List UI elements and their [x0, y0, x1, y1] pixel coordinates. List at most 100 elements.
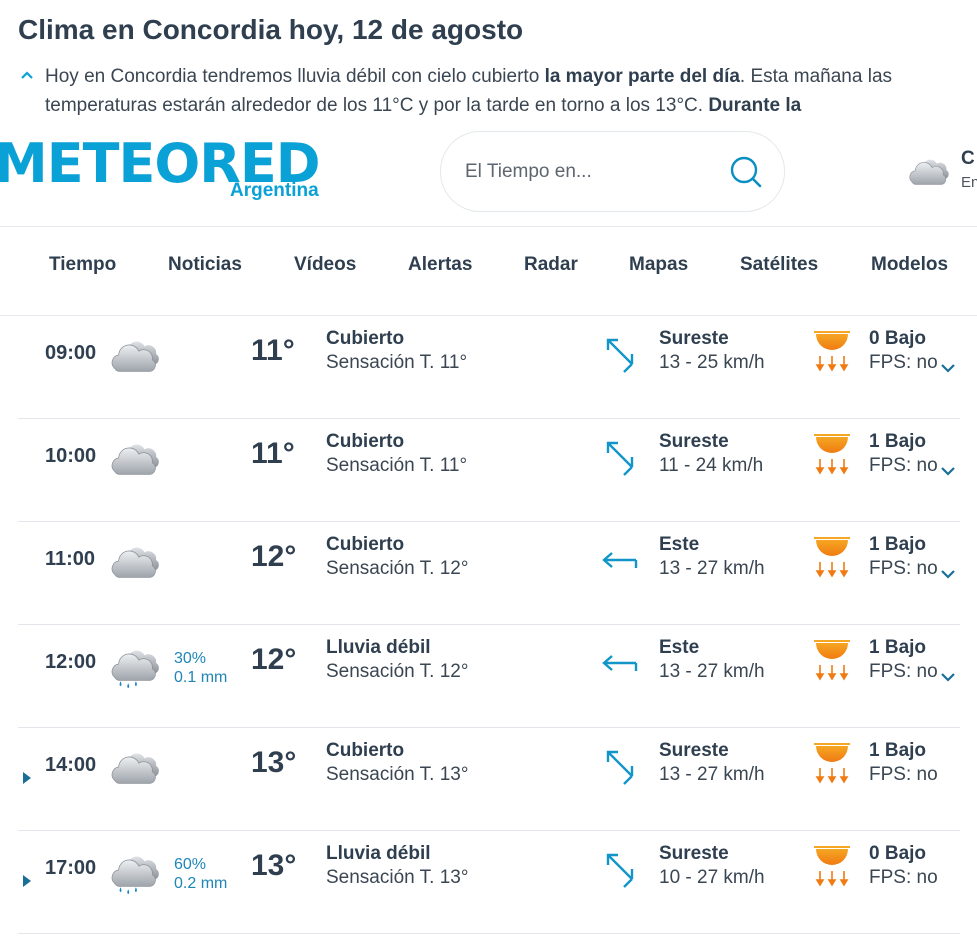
forecast-row[interactable]: 10:00 11° Cubierto Sensación T. 11° Sureste 1…: [18, 419, 960, 522]
row-condition: Cubierto: [326, 740, 405, 761]
nav-divider-top: [0, 226, 977, 227]
search-icon[interactable]: [728, 154, 764, 190]
nav-item-radar[interactable]: Radar: [524, 254, 578, 276]
wind-direction-icon: [606, 338, 634, 373]
nav-item-satelites[interactable]: Satélites: [740, 254, 818, 276]
row-time: 12:00: [45, 651, 97, 673]
light-rain-icon: [111, 856, 160, 895]
wind-speed: 13 - 27 km/h: [659, 661, 765, 682]
fps-recommendation: FPS: no: [869, 867, 938, 888]
expand-triangle-icon[interactable]: [22, 772, 32, 784]
uv-index: 1 Bajo: [869, 431, 927, 452]
logo-country: Argentina: [230, 180, 319, 201]
forecast-row[interactable]: 14:00 13° Cubierto Sensación T. 13° Sureste 1…: [18, 728, 960, 831]
chevron-down-icon[interactable]: [940, 671, 956, 683]
search-input[interactable]: [465, 158, 715, 186]
search-box[interactable]: [440, 131, 785, 212]
fps-recommendation: FPS: no: [869, 661, 938, 682]
precip-probability: 30%: [174, 650, 207, 667]
expand-triangle-icon[interactable]: [22, 875, 32, 887]
uv-index: 1 Bajo: [869, 740, 927, 761]
row-condition: Cubierto: [326, 534, 405, 555]
nav-item-tiempo[interactable]: Tiempo: [49, 254, 116, 276]
forecast-row[interactable]: 17:00 60% 0.2 mm 13° Lluvia débil Sensación T…: [18, 831, 960, 934]
forecast-row[interactable]: 12:00 30% 0.1 mm 12° Lluvia débil Sensación T…: [18, 625, 960, 728]
wind-direction-icon: [606, 441, 634, 476]
wind-direction-icon: [606, 853, 634, 888]
uv-sun-icon: [814, 537, 850, 578]
nav-item-noticias[interactable]: Noticias: [168, 254, 242, 276]
row-feels-like: Sensación T. 13°: [326, 867, 469, 888]
fps-recommendation: FPS: no: [869, 764, 938, 785]
fps-recommendation: FPS: no: [869, 352, 938, 373]
row-temperature: 12°: [251, 540, 297, 573]
location-sub: En: [961, 174, 977, 191]
uv-index: 0 Bajo: [869, 328, 927, 349]
row-feels-like: Sensación T. 11°: [326, 352, 468, 373]
location-name: C: [961, 150, 975, 169]
uv-sun-icon: [814, 743, 850, 784]
forecast-row[interactable]: 09:00 11° Cubierto Sensación T. 11° Sureste 1…: [18, 316, 960, 419]
row-temperature: 11°: [251, 437, 295, 470]
row-condition: Lluvia débil: [326, 637, 431, 658]
current-location-weather[interactable]: C En: [905, 150, 977, 195]
wind-direction: Sureste: [659, 740, 729, 761]
wind-speed: 13 - 27 km/h: [659, 558, 765, 579]
wind-direction-icon: [606, 750, 634, 785]
wind-direction-icon: [602, 552, 638, 568]
uv-sun-icon: [814, 434, 850, 475]
row-feels-like: Sensación T. 13°: [326, 764, 469, 785]
summary-text-1: Hoy en Concordia tendremos lluvia débil …: [45, 66, 545, 87]
row-feels-like: Sensación T. 11°: [326, 455, 468, 476]
fps-recommendation: FPS: no: [869, 455, 938, 476]
wind-direction: Este: [659, 534, 700, 555]
chevron-down-icon[interactable]: [940, 362, 956, 374]
nav-item-videos[interactable]: Vídeos: [294, 254, 356, 276]
fps-recommendation: FPS: no: [869, 558, 938, 579]
wind-direction-icon: [602, 655, 638, 671]
summary-bold-2: Durante la: [708, 95, 802, 116]
wind-speed: 13 - 27 km/h: [659, 764, 765, 785]
row-temperature: 13°: [251, 746, 297, 779]
row-condition: Cubierto: [326, 328, 405, 349]
uv-index: 1 Bajo: [869, 637, 927, 658]
uv-sun-icon: [814, 640, 850, 681]
meteored-logo[interactable]: METEORED Argentina: [0, 132, 340, 206]
summary-bold-1: la mayor parte del día: [544, 66, 740, 87]
wind-direction: Sureste: [659, 843, 729, 864]
row-condition: Lluvia débil: [326, 843, 431, 864]
uv-index: 0 Bajo: [869, 843, 927, 864]
forecast-row[interactable]: 11:00 12° Cubierto Sensación T. 12° Este 13 -…: [18, 522, 960, 625]
row-time: 17:00: [45, 857, 97, 879]
row-temperature: 12°: [251, 643, 297, 676]
wind-speed: 13 - 25 km/h: [659, 352, 765, 373]
summary-text: Hoy en Concordia tendremos lluvia débil …: [18, 62, 963, 120]
precipitation: 30% 0.1 mm: [174, 649, 227, 687]
row-feels-like: Sensación T. 12°: [326, 661, 469, 682]
page-title: Clima en Concordia hoy, 12 de agosto: [18, 14, 524, 45]
uv-sun-icon: [814, 331, 850, 372]
nav-item-mapas[interactable]: Mapas: [629, 254, 688, 276]
wind-direction: Sureste: [659, 328, 729, 349]
row-temperature: 11°: [251, 334, 295, 367]
cloudy-icon: [111, 753, 160, 784]
wind-direction: Este: [659, 637, 700, 658]
nav-item-alertas[interactable]: Alertas: [408, 254, 472, 276]
nav-item-modelos[interactable]: Modelos: [871, 254, 948, 276]
light-rain-icon: [111, 650, 160, 689]
precipitation: 60% 0.2 mm: [174, 855, 227, 893]
row-time: 11:00: [45, 548, 96, 570]
cloudy-icon: [111, 444, 160, 475]
chevron-down-icon[interactable]: [940, 568, 956, 580]
row-time: 09:00: [45, 342, 97, 364]
forecast-summary: Hoy en Concordia tendremos lluvia débil …: [18, 62, 963, 120]
chevron-down-icon[interactable]: [940, 465, 956, 477]
precip-amount: 0.2 mm: [174, 875, 228, 892]
wind-speed: 11 - 24 km/h: [659, 455, 764, 476]
cloudy-icon: [111, 341, 160, 372]
cloudy-icon: [909, 159, 950, 185]
chevron-up-icon[interactable]: [18, 66, 36, 84]
main-nav: Tiempo Noticias Vídeos Alertas Radar Map…: [0, 254, 977, 284]
precip-amount: 0.1 mm: [174, 669, 228, 686]
row-time: 10:00: [45, 445, 97, 467]
